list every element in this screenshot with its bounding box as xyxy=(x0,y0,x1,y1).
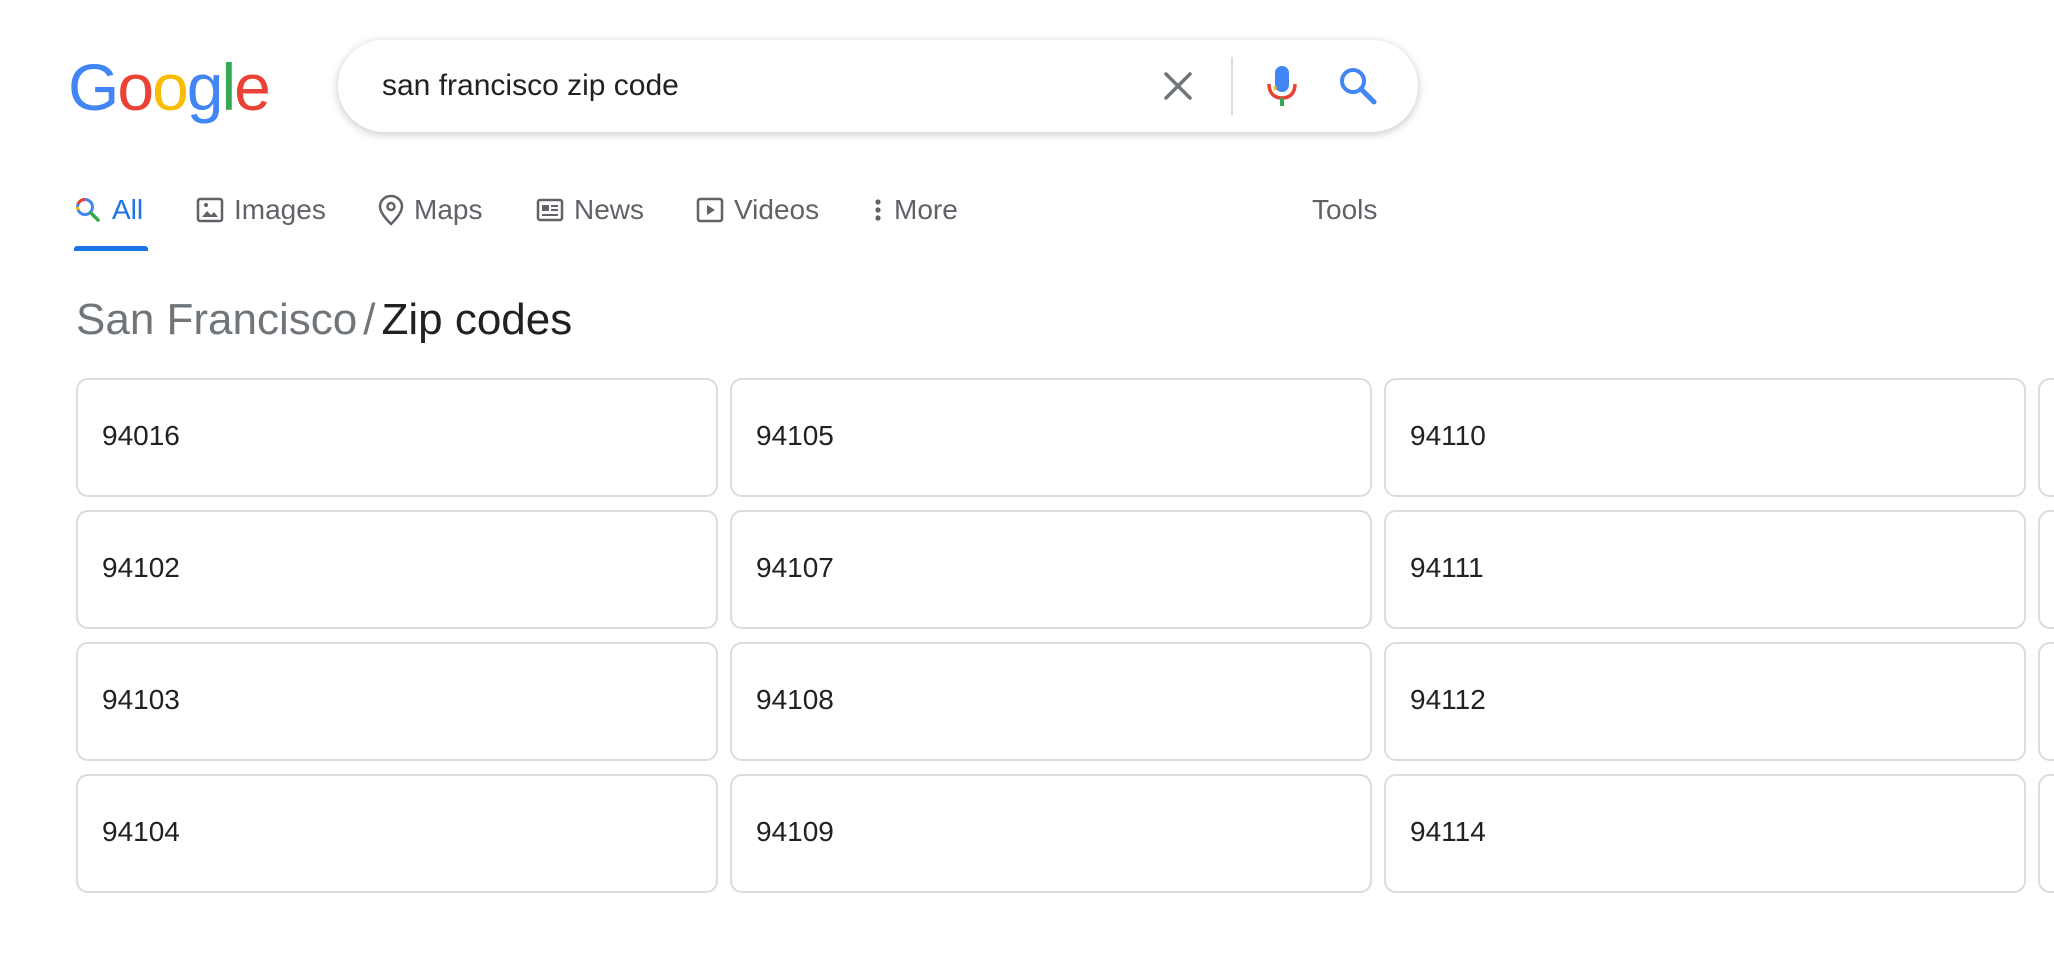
logo-letter: G xyxy=(68,50,119,124)
tab-videos[interactable]: Videos xyxy=(696,190,819,230)
logo-letter: l xyxy=(221,50,237,124)
more-vert-icon xyxy=(875,199,881,221)
tab-all[interactable]: All xyxy=(74,190,143,230)
zip-code-card[interactable]: 94109 xyxy=(730,774,1372,893)
zip-code: 94114 xyxy=(1410,816,1486,847)
zip-code-card[interactable]: 94016 xyxy=(76,378,718,497)
tools-label: Tools xyxy=(1312,194,1378,225)
logo-letter: o xyxy=(152,50,189,124)
zip-code: 94109 xyxy=(756,816,834,847)
search-bar[interactable]: san francisco zip code xyxy=(338,40,1418,132)
search-input[interactable]: san francisco zip code xyxy=(382,66,679,106)
zip-code: 94111 xyxy=(1410,552,1484,583)
search-icon xyxy=(75,198,100,222)
tab-label: All xyxy=(112,194,144,225)
zip-code-card[interactable]: 94114 xyxy=(1384,774,2026,893)
zip-code-card-partial[interactable] xyxy=(2038,642,2054,761)
zip-code-card[interactable]: 94104 xyxy=(76,774,718,893)
image-icon xyxy=(196,197,224,223)
zip-code-card[interactable]: 94105 xyxy=(730,378,1372,497)
active-tab-indicator xyxy=(74,246,148,251)
logo-letter: e xyxy=(234,50,271,124)
close-icon[interactable] xyxy=(1158,66,1198,106)
breadcrumb-current: Zip codes xyxy=(381,295,573,344)
newspaper-icon xyxy=(536,198,564,222)
zip-code: 94103 xyxy=(102,684,180,715)
map-pin-icon xyxy=(378,194,404,226)
zip-code-card-partial[interactable] xyxy=(2038,378,2054,497)
zip-code: 94016 xyxy=(102,420,180,451)
zip-code: 94112 xyxy=(1410,684,1486,715)
microphone-icon[interactable] xyxy=(1260,62,1304,110)
zip-code-card[interactable]: 94108 xyxy=(730,642,1372,761)
tab-maps[interactable]: Maps xyxy=(378,190,482,230)
zip-code-card[interactable]: 94111 xyxy=(1384,510,2026,629)
play-icon xyxy=(696,197,724,223)
logo-letter: g xyxy=(186,50,224,124)
tab-label: Videos xyxy=(734,194,820,225)
tab-images[interactable]: Images xyxy=(196,190,326,230)
zip-code: 94104 xyxy=(102,816,180,847)
zip-code-card[interactable]: 94102 xyxy=(76,510,718,629)
zip-code-card-partial[interactable] xyxy=(2038,510,2054,629)
breadcrumb-parent[interactable]: San Francisco xyxy=(76,295,357,344)
zip-code: 94102 xyxy=(102,552,180,583)
zip-code: 94105 xyxy=(756,420,834,451)
tools-button[interactable]: Tools xyxy=(1312,190,1377,230)
tab-news[interactable]: News xyxy=(536,190,644,230)
breadcrumb-separator: / xyxy=(363,295,376,344)
zip-code: 94108 xyxy=(756,684,834,715)
zip-code: 94107 xyxy=(756,552,834,583)
zip-code-card[interactable]: 94103 xyxy=(76,642,718,761)
google-logo[interactable]: Google xyxy=(68,50,271,124)
zip-code: 94110 xyxy=(1410,420,1486,451)
tab-label: Images xyxy=(234,194,326,225)
zip-code-card-partial[interactable] xyxy=(2038,774,2054,893)
logo-letter: o xyxy=(117,50,154,124)
tab-more[interactable]: More xyxy=(872,190,958,230)
tab-label: Maps xyxy=(414,194,483,225)
zip-code-card[interactable]: 94107 xyxy=(730,510,1372,629)
zip-code-card[interactable]: 94110 xyxy=(1384,378,2026,497)
zip-code-card[interactable]: 94112 xyxy=(1384,642,2026,761)
search-icon[interactable] xyxy=(1334,62,1382,110)
search-divider xyxy=(1231,57,1233,115)
tab-label: News xyxy=(574,194,645,225)
breadcrumb: San Francisco / Zip codes xyxy=(76,292,572,348)
tab-label: More xyxy=(894,194,958,225)
